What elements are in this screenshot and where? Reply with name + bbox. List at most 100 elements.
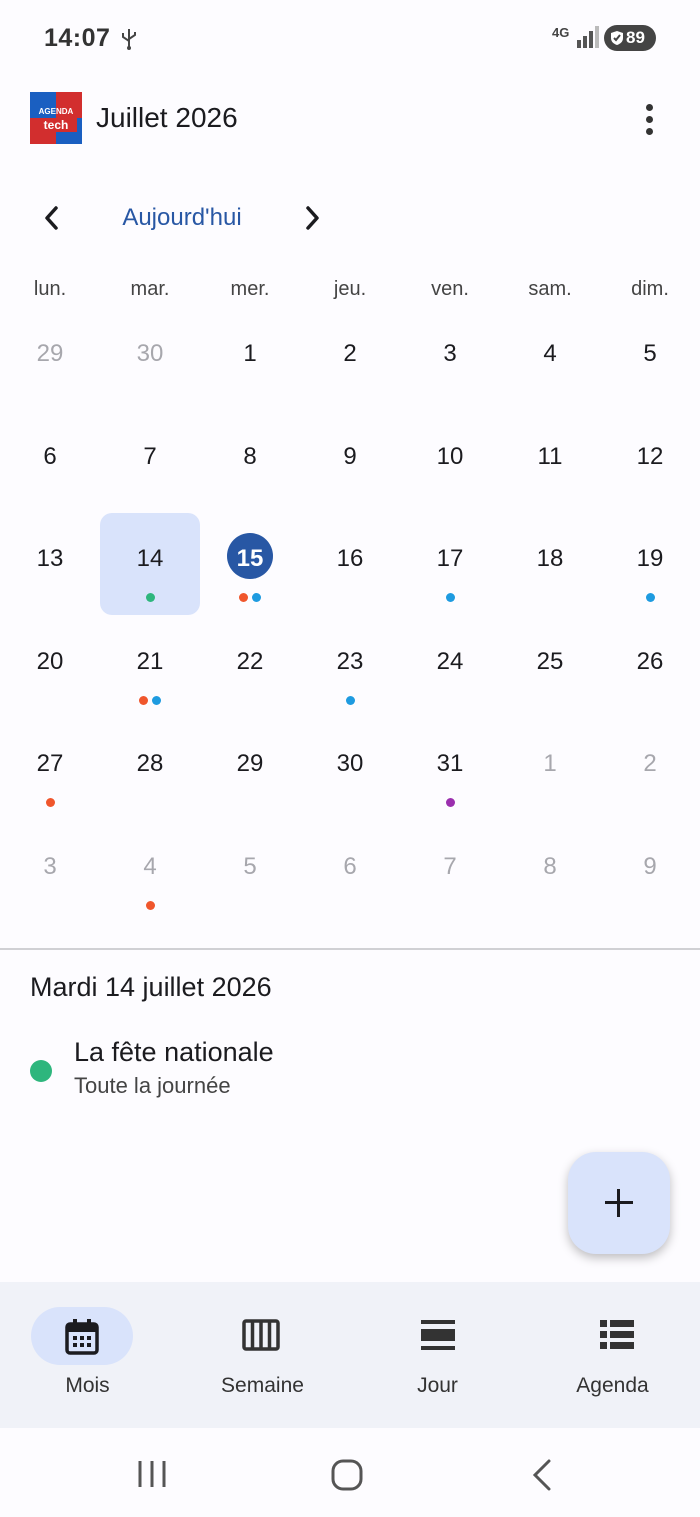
day-cell[interactable]: 25 [500,616,600,718]
day-cell[interactable]: 24 [400,616,500,718]
day-cell[interactable]: 4 [500,308,600,410]
day-cell[interactable]: 19 [600,513,700,615]
day-number: 27 [36,750,64,777]
event-dot [252,593,261,602]
day-cell[interactable]: 29 [200,718,300,820]
nav-tab-mois[interactable]: Mois [0,1282,175,1428]
day-cell[interactable]: 14 [100,513,200,615]
day-number: 5 [243,852,257,880]
day-cell[interactable]: 5 [200,821,300,923]
next-month-button[interactable] [290,196,334,240]
day-cell[interactable]: 2 [600,718,700,820]
day-cell[interactable]: 29 [0,308,100,410]
day-cell[interactable]: 1 [200,308,300,410]
month-title: Juillet 2026 [96,102,238,133]
day-cell[interactable]: 30 [300,718,400,820]
more-vert-icon [646,104,653,111]
event-indicators [100,695,200,706]
day-cell[interactable]: 20 [0,616,100,718]
day-number: 18 [536,545,564,572]
day-cell[interactable]: 12 [600,411,700,513]
weekday-label: mar. [130,278,170,300]
bottom-navigation: Mois Semaine Jour Agenda [0,1282,700,1428]
day-number: 16 [336,545,364,572]
day-cell[interactable]: 3 [0,821,100,923]
day-cell[interactable]: 4 [100,821,200,923]
more-options-button[interactable] [628,95,672,141]
nav-label: Agenda [576,1374,649,1397]
day-cell[interactable]: 7 [100,411,200,513]
day-number: 23 [336,647,364,675]
logo-text-tech: tech [35,118,77,132]
back-icon[interactable] [528,1458,558,1492]
event-dot [345,695,355,705]
nav-tab-jour[interactable]: Jour [350,1282,525,1428]
day-number: 10 [436,442,464,470]
nav-tab-agenda[interactable]: Agenda [525,1282,700,1428]
day-cell[interactable]: 8 [200,411,300,513]
day-cell[interactable]: 31 [400,718,500,820]
today-button[interactable]: Aujourd'hui [100,204,264,232]
day-cell[interactable]: 18 [500,513,600,615]
day-cell[interactable]: 28 [100,718,200,820]
status-time: 14:07 [44,24,111,52]
day-number: 8 [543,852,557,880]
day-cell[interactable]: 8 [500,821,600,923]
day-cell[interactable]: 21 [100,616,200,718]
day-number: 2 [343,340,357,367]
event-title: La fête nationale [74,1037,274,1067]
day-cell[interactable]: 22 [200,616,300,718]
day-cell[interactable]: 1 [500,718,600,820]
day-cell[interactable]: 17 [400,513,500,615]
day-number: 30 [136,340,164,367]
day-cell[interactable]: 27 [0,718,100,820]
day-cell[interactable]: 3 [400,308,500,410]
recent-apps-icon[interactable] [135,1458,169,1490]
day-cell[interactable]: 5 [600,308,700,410]
day-cell[interactable]: 23 [300,616,400,718]
event-indicators [300,695,400,706]
add-event-button[interactable] [568,1152,670,1254]
day-number: 21 [136,647,164,675]
usb-icon [122,29,136,50]
event-time: Toute la journée [74,1073,231,1098]
day-number: 29 [236,750,264,777]
day-number: 8 [243,442,257,470]
weekday-label: lun. [33,278,67,300]
weekday-label: dim. [631,278,669,300]
previous-month-button[interactable] [30,196,74,240]
day-cell[interactable]: 6 [0,411,100,513]
event-dot [445,798,455,807]
event-dot [152,695,161,705]
calendar-grid: 29 30 1 2 3 4 5 6 7 8 9 10 11 12 13 14 15 16 17 18 19 20 21 22 2… [0,308,700,923]
day-cell[interactable]: 9 [600,821,700,923]
day-cell[interactable]: 10 [400,411,500,513]
day-cell[interactable]: 7 [400,821,500,923]
selected-date-heading: Mardi 14 juillet 2026 [30,972,272,1002]
day-cell[interactable]: 2 [300,308,400,410]
day-cell[interactable]: 11 [500,411,600,513]
weekday-label: ven. [431,278,469,300]
day-cell[interactable]: 30 [100,308,200,410]
day-cell[interactable]: 9 [300,411,400,513]
day-number: 7 [143,442,157,470]
day-cell[interactable]: 6 [300,821,400,923]
day-cell[interactable]: 16 [300,513,400,615]
day-cell[interactable]: 15 [200,513,300,615]
day-number: 24 [436,647,464,675]
shield-icon [611,31,623,45]
chevron-left-icon [45,206,58,230]
day-number: 3 [43,852,57,880]
nav-tab-semaine[interactable]: Semaine [175,1282,350,1428]
event-indicators [200,593,300,603]
day-cell[interactable]: 26 [600,616,700,718]
event-indicators [400,798,500,808]
home-icon[interactable] [330,1458,364,1492]
day-cell[interactable]: 13 [0,513,100,615]
event-item[interactable]: La fête nationale Toute la journée [0,1030,700,1110]
nav-label: Semaine [221,1374,304,1397]
day-number: 25 [536,647,564,675]
day-number: 17 [436,545,464,572]
day-number: 9 [343,442,357,470]
logo-text-agenda: AGENDA [38,107,74,116]
